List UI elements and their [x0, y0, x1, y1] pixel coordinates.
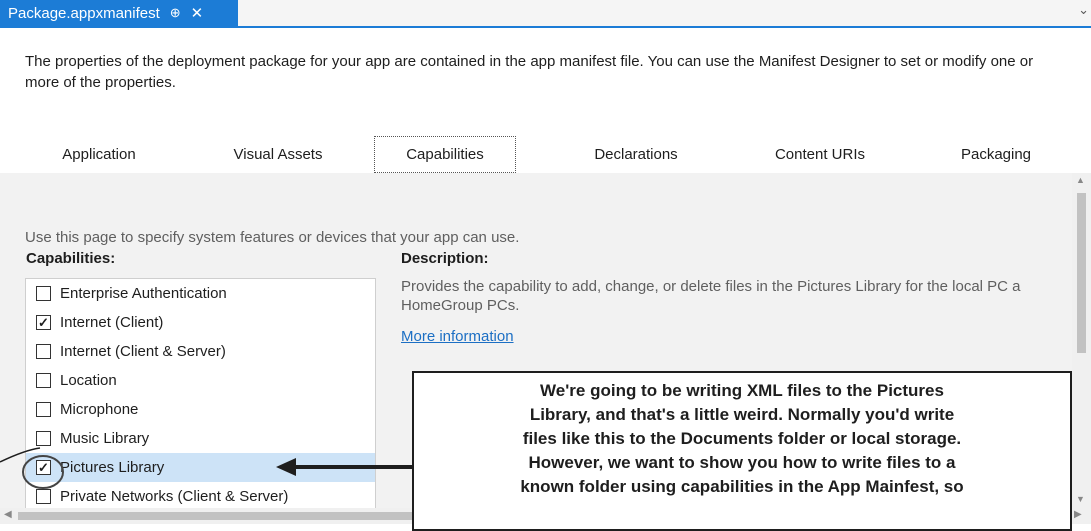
callout-line: Library, and that's a little weird. Norm… [529, 405, 955, 424]
callout-line: We're going to be writing XML files to t… [540, 381, 944, 400]
callout-line: files like this to the Documents folder … [522, 429, 962, 448]
callout-line: However, we want to show you how to writ… [528, 453, 956, 472]
callout-line: known folder using capabilities in the A… [520, 477, 964, 496]
leader-line [0, 447, 41, 463]
arrow-head [276, 458, 296, 476]
callout-box: We're going to be writing XML files to t… [412, 371, 1072, 531]
highlight-circle [22, 455, 64, 489]
